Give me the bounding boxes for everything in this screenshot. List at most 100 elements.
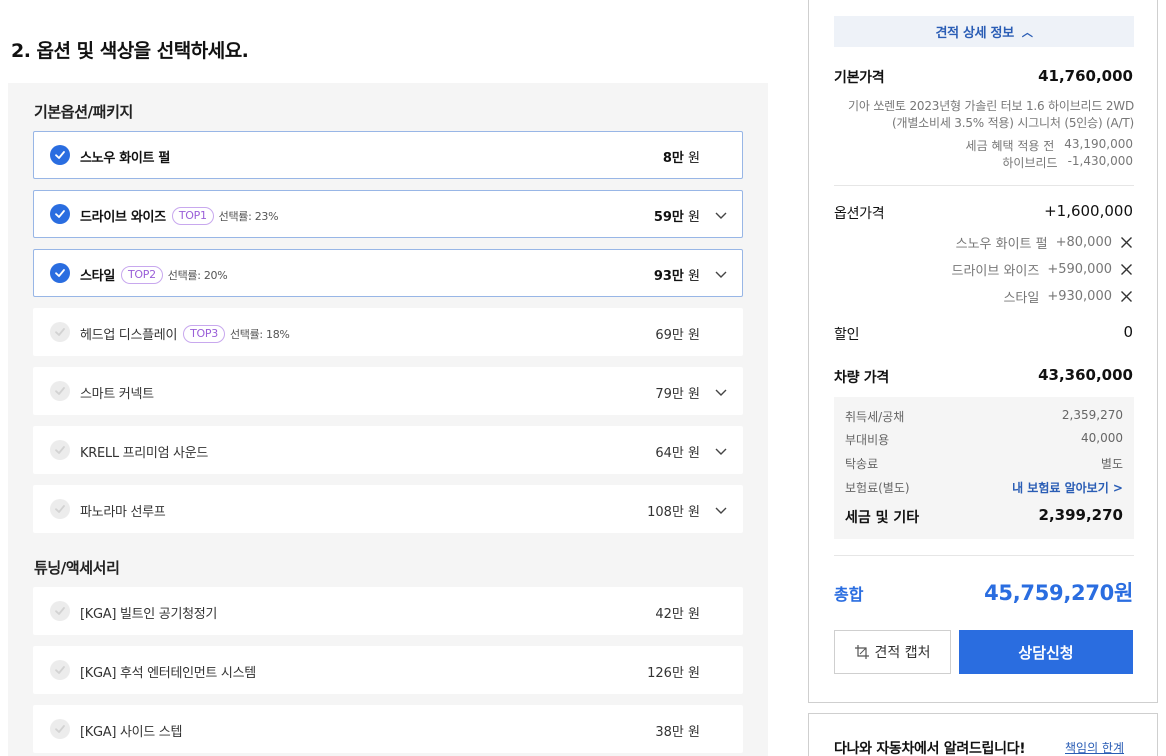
- check-icon[interactable]: [50, 263, 70, 283]
- estimate-detail-label: 견적 상세 정보: [935, 26, 1014, 41]
- discount-value: 0: [1123, 323, 1133, 341]
- option-name: 드라이브 와이즈 TOP1 선택률: 23%: [80, 206, 279, 225]
- option-name: KRELL 프리미엄 사운드: [80, 442, 208, 461]
- option-price-unit: 원: [683, 387, 700, 402]
- hybrid-label: 하이브리드: [1002, 156, 1058, 170]
- option-label: 스마트 커넥트: [80, 387, 154, 402]
- option-label: 스노우 화이트 펄: [80, 151, 171, 166]
- grand-total-label: 총합: [834, 585, 864, 604]
- option-price-amount: 79만: [655, 387, 684, 402]
- delivery-label: 탁송료: [845, 457, 879, 471]
- consult-button[interactable]: 상담신청: [959, 630, 1133, 674]
- option-line-value: +80,000: [1055, 235, 1112, 250]
- option-price-unit: 원: [683, 210, 700, 225]
- option-price: 38만 원: [655, 721, 700, 740]
- option-item[interactable]: [KGA] 빌트인 공기청정기 42만 원: [33, 587, 743, 635]
- pre-tax-label: 세금 혜택 적용 전: [965, 139, 1055, 153]
- selection-rate: 선택률: 20%: [167, 268, 228, 282]
- option-price-amount: 93만: [653, 269, 684, 284]
- base-price-description: 기아 쏘렌토 2023년형 가솔린 터보 1.6 하이브리드 2WD (개별소비…: [848, 99, 1134, 130]
- option-line-name: 드라이브 와이즈: [951, 264, 1040, 279]
- notice-box: 다나와 자동차에서 알려드립니다! 책임의 한계: [808, 713, 1158, 756]
- option-price-unit: 원: [683, 725, 700, 740]
- option-price-line: 드라이브 와이즈 +590,000: [951, 260, 1133, 279]
- estimate-summary: 견적 상세 정보 ︿ 기본가격 41,760,000 기아 쏘렌토 2023년형…: [808, 0, 1158, 703]
- group-title-basic: 기본옵션/패키지: [34, 103, 133, 121]
- check-icon[interactable]: [50, 381, 70, 401]
- divider: [834, 555, 1134, 556]
- option-label: KRELL 프리미엄 사운드: [80, 446, 209, 461]
- option-name: 스타일 TOP2 선택률: 20%: [80, 265, 228, 284]
- option-item[interactable]: 헤드업 디스플레이 TOP3 선택률: 18% 69만 원: [33, 308, 743, 356]
- discount-label: 할인: [834, 327, 860, 343]
- option-name: [KGA] 후석 엔터테인먼트 시스템: [80, 662, 256, 681]
- option-price-amount: 59만: [653, 210, 684, 225]
- remove-icon[interactable]: [1120, 263, 1133, 276]
- chevron-down-icon[interactable]: [714, 385, 728, 399]
- option-item[interactable]: 스마트 커넥트 79만 원: [33, 367, 743, 415]
- remove-icon[interactable]: [1120, 290, 1133, 303]
- option-name: 스마트 커넥트: [80, 383, 154, 402]
- extra-cost-value: 40,000: [1081, 431, 1123, 445]
- option-price: 79만 원: [655, 383, 700, 402]
- option-price-amount: 108만: [647, 505, 684, 520]
- estimate-detail-toggle[interactable]: 견적 상세 정보 ︿: [834, 16, 1134, 47]
- option-price: 69만 원: [655, 324, 700, 343]
- option-item[interactable]: [KGA] 후석 엔터테인먼트 시스템 126만 원: [33, 646, 743, 694]
- check-icon[interactable]: [50, 204, 70, 224]
- option-price: 42만 원: [655, 603, 700, 622]
- check-icon[interactable]: [50, 601, 70, 621]
- option-item[interactable]: [KGA] 사이드 스텝 38만 원: [33, 705, 743, 753]
- chevron-up-icon: ︿: [1021, 25, 1033, 39]
- option-name: 스노우 화이트 펄: [80, 147, 170, 166]
- remove-icon[interactable]: [1120, 236, 1133, 249]
- liability-link[interactable]: 책임의 한계: [1065, 739, 1124, 756]
- rank-badge: TOP1: [171, 206, 214, 225]
- selection-rate: 선택률: 18%: [229, 327, 290, 341]
- chevron-down-icon[interactable]: [714, 208, 728, 222]
- selection-rate: 선택률: 23%: [218, 209, 279, 223]
- check-icon[interactable]: [50, 145, 70, 165]
- option-price: 64만 원: [655, 442, 700, 461]
- option-line-value: +930,000: [1047, 289, 1112, 304]
- option-item[interactable]: 파노라마 선루프 108만 원: [33, 485, 743, 533]
- capture-estimate-button[interactable]: 견적 캡처: [834, 630, 951, 674]
- check-icon[interactable]: [50, 499, 70, 519]
- option-item[interactable]: 스노우 화이트 펄 8만 원: [33, 131, 743, 179]
- option-price-unit: 원: [683, 328, 700, 343]
- option-price: 126만 원: [647, 662, 700, 681]
- tax-total-value: 2,399,270: [1038, 506, 1123, 524]
- option-name: [KGA] 빌트인 공기청정기: [80, 603, 217, 622]
- option-price: 108만 원: [647, 501, 700, 520]
- option-price-line: 스타일 +930,000: [1003, 287, 1133, 306]
- check-icon[interactable]: [50, 660, 70, 680]
- insurance-link[interactable]: 내 보험료 알아보기 >: [1012, 479, 1123, 496]
- option-price: 59만 원: [654, 206, 700, 225]
- check-icon[interactable]: [50, 322, 70, 342]
- option-price-unit: 원: [683, 607, 700, 622]
- option-price: 93만 원: [654, 265, 700, 284]
- chevron-down-icon[interactable]: [714, 444, 728, 458]
- grand-total-value: 45,759,270원: [984, 581, 1133, 605]
- option-price-unit: 원: [683, 269, 700, 284]
- option-price-amount: 126만: [647, 666, 684, 681]
- option-name: 파노라마 선루프: [80, 501, 166, 520]
- base-price-value: 41,760,000: [1038, 67, 1133, 85]
- option-label: [KGA] 빌트인 공기청정기: [80, 607, 218, 622]
- option-item[interactable]: KRELL 프리미엄 사운드 64만 원: [33, 426, 743, 474]
- pre-tax-line: 세금 혜택 적용 전 43,190,000: [966, 137, 1133, 154]
- car-price-label: 차량 가격: [834, 370, 889, 386]
- chevron-down-icon[interactable]: [714, 267, 728, 281]
- rank-badge: TOP2: [120, 265, 163, 284]
- acquisition-tax-label: 취득세/공채: [845, 410, 905, 424]
- option-item[interactable]: 드라이브 와이즈 TOP1 선택률: 23% 59만 원: [33, 190, 743, 238]
- chevron-down-icon[interactable]: [714, 503, 728, 517]
- option-label: [KGA] 후석 엔터테인먼트 시스템: [80, 666, 256, 681]
- option-item[interactable]: 스타일 TOP2 선택률: 20% 93만 원: [33, 249, 743, 297]
- option-line-name: 스타일: [1003, 291, 1040, 306]
- check-icon[interactable]: [50, 719, 70, 739]
- insurance-label: 보험료(별도): [845, 481, 910, 495]
- divider: [834, 185, 1134, 186]
- check-icon[interactable]: [50, 440, 70, 460]
- option-line-value: +590,000: [1047, 262, 1112, 277]
